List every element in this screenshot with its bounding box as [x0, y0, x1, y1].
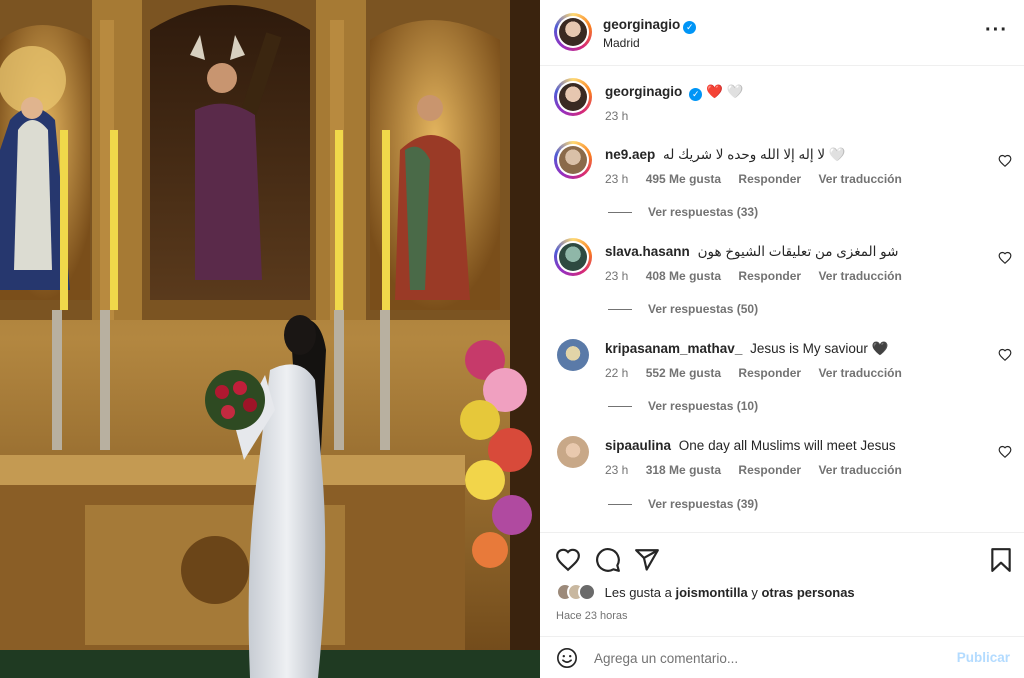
verified-badge-icon: ✓: [689, 88, 703, 101]
comment-likes[interactable]: 318 Me gusta: [646, 463, 721, 477]
comment-text: لا إله إلا الله وحده لا شريك له 🤍: [663, 147, 846, 162]
likes-user[interactable]: joismontilla: [675, 585, 747, 600]
post-photo[interactable]: [0, 0, 540, 678]
view-replies-button[interactable]: Ver respuestas (39): [608, 497, 758, 511]
heart-icon[interactable]: [998, 348, 1012, 362]
bookmark-icon[interactable]: [988, 547, 1014, 573]
comment-time: 23 h: [605, 172, 629, 186]
comment-meta: 23 h 318 Me gusta Responder Ver traducci…: [605, 463, 916, 477]
comment-username[interactable]: slava.hasann: [605, 244, 690, 259]
heart-icon[interactable]: [998, 251, 1012, 265]
caption-text: ❤️ 🤍: [706, 84, 744, 99]
post-time[interactable]: Hace 23 horas: [556, 610, 628, 622]
comment-likes[interactable]: 408 Me gusta: [646, 269, 721, 283]
translate-button[interactable]: Ver traducción: [818, 463, 901, 477]
view-replies-button[interactable]: Ver respuestas (50): [608, 302, 758, 316]
publish-button[interactable]: Publicar: [957, 650, 1010, 665]
liker-avatar: [578, 583, 596, 601]
author-avatar[interactable]: [554, 13, 592, 51]
reply-button[interactable]: Responder: [738, 172, 801, 186]
heart-icon[interactable]: [998, 445, 1012, 459]
comment-meta: 22 h 552 Me gusta Responder Ver traducci…: [605, 366, 916, 380]
comment-input[interactable]: [594, 648, 934, 668]
comment-username[interactable]: kripasanam_mathav_: [605, 341, 742, 356]
comment-time: 23 h: [605, 463, 629, 477]
translate-button[interactable]: Ver traducción: [818, 366, 901, 380]
likes-prefix: Les gusta a: [604, 584, 672, 600]
likes-connector: y: [751, 584, 758, 600]
translate-button[interactable]: Ver traducción: [818, 269, 901, 283]
reply-button[interactable]: Responder: [738, 463, 801, 477]
translate-button[interactable]: Ver traducción: [818, 172, 901, 186]
comment-time: 23 h: [605, 269, 629, 283]
comment: sipaaulina One day all Muslims will meet…: [605, 438, 896, 453]
heart-icon[interactable]: [555, 547, 581, 573]
comment: ne9.aep لا إله إلا الله وحده لا شريك له …: [605, 147, 846, 163]
comment-username[interactable]: ne9.aep: [605, 147, 655, 162]
add-comment-bar: Publicar: [540, 636, 1024, 678]
comment-text: One day all Muslims will meet Jesus: [678, 438, 896, 453]
comment-avatar[interactable]: [557, 339, 589, 371]
comment: slava.hasann شو المغزى من تعليقات الشيوخ…: [605, 244, 898, 260]
comment-likes[interactable]: 552 Me gusta: [646, 366, 721, 380]
post-header: georginagio ✓ Madrid ···: [540, 0, 1024, 66]
caption-username[interactable]: georginagio: [605, 84, 682, 99]
share-icon[interactable]: [634, 547, 660, 573]
caption-time: 23 h: [605, 109, 629, 123]
comment-likes[interactable]: 495 Me gusta: [646, 172, 721, 186]
comment-username[interactable]: sipaaulina: [605, 438, 671, 453]
verified-badge-icon: ✓: [683, 21, 697, 34]
reply-button[interactable]: Responder: [738, 366, 801, 380]
caption-avatar[interactable]: [554, 78, 592, 116]
comment-text: شو المغزى من تعليقات الشيوخ هون: [697, 244, 899, 259]
author-username[interactable]: georginagio: [603, 17, 680, 32]
post-location[interactable]: Madrid: [603, 36, 640, 50]
emoji-icon[interactable]: [556, 647, 578, 669]
comment: kripasanam_mathav_ Jesus is My saviour 🖤: [605, 341, 888, 357]
comment-meta: 23 h 495 Me gusta Responder Ver traducci…: [605, 172, 916, 186]
comment-avatar[interactable]: [554, 238, 592, 276]
comment-text: Jesus is My saviour 🖤: [750, 341, 889, 356]
view-replies-button[interactable]: Ver respuestas (10): [608, 399, 758, 413]
comment-meta: 23 h 408 Me gusta Responder Ver traducci…: [605, 269, 916, 283]
comment-icon[interactable]: [595, 547, 621, 573]
comments-list[interactable]: georginagio ✓ ❤️ 🤍 23 h ne9.aep لا إله إل…: [540, 66, 1024, 532]
church-altar-image: [0, 0, 540, 678]
reply-button[interactable]: Responder: [738, 269, 801, 283]
heart-icon[interactable]: [998, 154, 1012, 168]
caption: georginagio ✓ ❤️ 🤍: [605, 84, 743, 101]
likes-summary[interactable]: Les gusta a joismontilla y otras persona…: [556, 583, 855, 601]
comment-avatar[interactable]: [554, 141, 592, 179]
post-detail-panel: georginagio ✓ Madrid ··· georginagio ✓ ❤️ …: [540, 0, 1024, 678]
more-options-icon[interactable]: ···: [985, 20, 1008, 40]
view-replies-button[interactable]: Ver respuestas (33): [608, 205, 758, 219]
comment-avatar[interactable]: [557, 436, 589, 468]
likes-others[interactable]: otras personas: [761, 585, 854, 600]
comment-time: 22 h: [605, 366, 629, 380]
